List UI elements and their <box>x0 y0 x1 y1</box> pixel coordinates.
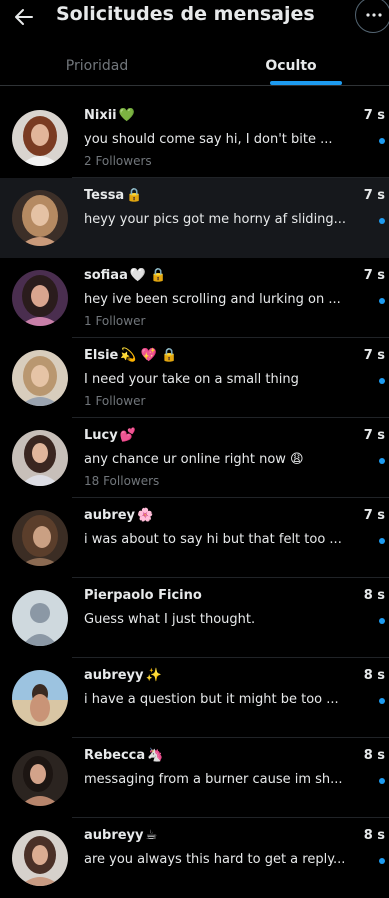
unread-dot <box>379 138 385 144</box>
conversation-row-elsie[interactable]: Elsie 💫 💖 🔒 7 s I need your take on a sma… <box>0 338 389 418</box>
conversation-row-lucy[interactable]: Lucy 💕 7 s any chance ur online right now… <box>0 418 389 498</box>
timestamp: 7 s <box>363 188 385 203</box>
name-emoji-badge: 🌸 <box>137 508 154 523</box>
message-preview: any chance ur online right now 😩 <box>84 452 304 467</box>
follower-count: 1 Follower <box>84 314 146 328</box>
unread-dot <box>379 778 385 784</box>
follower-count: 18 Followers <box>84 474 160 488</box>
message-preview: I need your take on a small thing <box>84 372 299 387</box>
conversation-row-pierpaolo-ficino[interactable]: Pierpaolo Ficino 8 s Guess what I just t… <box>0 578 389 658</box>
avatar[interactable] <box>12 350 68 406</box>
conversation-row-tessa[interactable]: Tessa 🔒 7 s heyy your pics got me horny a… <box>0 178 389 258</box>
sender-name: Tessa 🔒 <box>84 188 142 203</box>
sender-name: aubreyy ✨ <box>84 668 162 683</box>
sender-name: aubrey 🌸 <box>84 508 153 523</box>
sender-name-text: Nixii <box>84 108 117 123</box>
message-preview: you should come say hi, I don't bite ... <box>84 132 333 147</box>
timestamp: 8 s <box>363 748 385 763</box>
message-preview: i have a question but it might be too ..… <box>84 692 339 707</box>
timestamp: 8 s <box>363 668 385 683</box>
timestamp: 8 s <box>363 588 385 603</box>
sender-name: Pierpaolo Ficino <box>84 588 202 603</box>
sender-name-text: Elsie <box>84 348 119 363</box>
timestamp: 7 s <box>363 428 385 443</box>
sender-name-text: Tessa <box>84 188 125 203</box>
tab-bar: Prioridad Oculto <box>0 44 389 86</box>
avatar[interactable] <box>12 510 68 566</box>
name-emoji-badge: 💚 <box>118 108 135 123</box>
message-preview: are you always this hard to get a reply.… <box>84 852 346 867</box>
message-preview: Guess what I just thought. <box>84 612 256 627</box>
timestamp: 7 s <box>363 268 385 283</box>
unread-dot <box>379 218 385 224</box>
sparkles-icon: ✨ <box>145 668 162 683</box>
conversation-row-nixii[interactable]: Nixii 💚 7 s you should come say hi, I don… <box>0 98 389 178</box>
lock-icon: 🔒 <box>126 188 143 203</box>
timestamp: 7 s <box>363 108 385 123</box>
conversation-row-aubreyy-2[interactable]: aubreyy ☕ 8 s are you always this hard to… <box>0 818 389 898</box>
arrow-left-icon <box>15 9 33 25</box>
follower-count: 1 Follower <box>84 394 146 408</box>
sender-name-text: Lucy <box>84 428 118 443</box>
avatar[interactable] <box>12 270 68 326</box>
unread-dot <box>379 858 385 864</box>
sender-name: Nixii 💚 <box>84 108 135 123</box>
message-preview: messaging from a burner cause im sh... <box>84 772 343 787</box>
name-emoji-badge: 💕 <box>119 428 136 443</box>
default-avatar-icon[interactable] <box>12 590 68 646</box>
conversation-row-aubreyy[interactable]: aubreyy ✨ 8 s i have a question but it mi… <box>0 658 389 738</box>
sender-name: Elsie 💫 💖 🔒 <box>84 348 177 363</box>
unread-dot <box>379 538 385 544</box>
unread-dot <box>379 298 385 304</box>
name-emoji-badge: 🤍 🔒 <box>129 268 167 283</box>
follower-count: 2 Followers <box>84 154 152 168</box>
sender-name-text: Rebecca <box>84 748 146 763</box>
sender-name: aubreyy ☕ <box>84 828 157 843</box>
avatar[interactable] <box>12 430 68 486</box>
avatar[interactable] <box>12 830 68 886</box>
avatar[interactable] <box>12 190 68 246</box>
avatar[interactable] <box>12 110 68 166</box>
more-horizontal-icon <box>366 13 382 17</box>
unread-dot <box>379 618 385 624</box>
tab-oculto[interactable]: Oculto <box>194 44 388 86</box>
conversation-row-sofiaa[interactable]: sofiaa 🤍 🔒 7 s hey ive been scrolling and… <box>0 258 389 338</box>
sender-name-text: Pierpaolo Ficino <box>84 588 202 603</box>
sender-name-text: sofiaa <box>84 268 128 283</box>
message-preview: hey ive been scrolling and lurking on ..… <box>84 292 341 307</box>
timestamp: 7 s <box>363 508 385 523</box>
sender-name-text: aubrey <box>84 508 136 523</box>
sender-name-text: aubreyy <box>84 668 144 683</box>
name-emoji-badge: 💫 💖 🔒 <box>120 348 178 363</box>
timestamp: 8 s <box>363 828 385 843</box>
unread-dot <box>379 698 385 704</box>
avatar[interactable] <box>12 670 68 726</box>
unread-dot <box>379 458 385 464</box>
avatar[interactable] <box>12 750 68 806</box>
timestamp: 7 s <box>363 348 385 363</box>
unicorn-icon: 🦄 <box>147 748 164 763</box>
header: Solicitudes de mensajes <box>0 0 389 40</box>
active-tab-indicator <box>270 81 342 85</box>
sender-name-text: aubreyy <box>84 828 144 843</box>
back-button[interactable] <box>12 5 36 29</box>
conversation-row-aubrey[interactable]: aubrey 🌸 7 s i was about to say hi but th… <box>0 498 389 578</box>
coffee-icon: ☕ <box>145 828 158 843</box>
message-preview: i was about to say hi but that felt too … <box>84 532 342 547</box>
page-title: Solicitudes de mensajes <box>56 3 315 25</box>
more-options-button[interactable] <box>355 0 389 33</box>
unread-dot <box>379 378 385 384</box>
sender-name: Lucy 💕 <box>84 428 136 443</box>
sender-name: sofiaa 🤍 🔒 <box>84 268 166 283</box>
message-preview: heyy your pics got me horny af sliding..… <box>84 212 347 227</box>
tab-prioridad[interactable]: Prioridad <box>0 44 194 86</box>
conversation-row-rebecca[interactable]: Rebecca 🦄 8 s messaging from a burner cau… <box>0 738 389 818</box>
sender-name: Rebecca 🦄 <box>84 748 163 763</box>
